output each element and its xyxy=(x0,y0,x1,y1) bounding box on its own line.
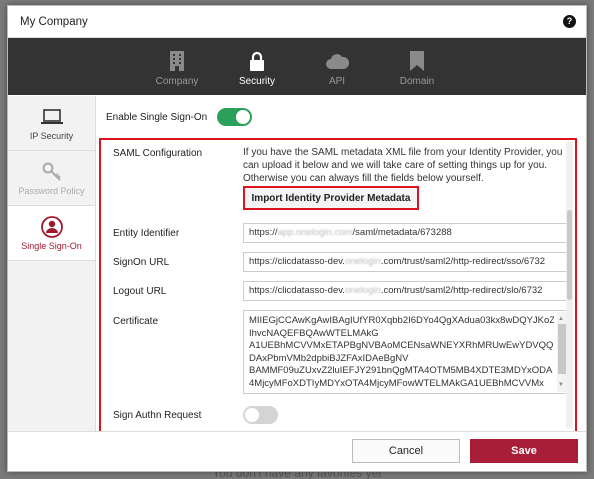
saml-configuration-section: SAML Configuration If you have the SAML … xyxy=(99,138,577,433)
sso-settings-panel: Enable Single Sign-On SAML Configuration… xyxy=(96,96,586,433)
sign-authn-toggle[interactable] xyxy=(243,406,278,424)
tab-company[interactable]: Company xyxy=(137,38,217,95)
saml-description: If you have the SAML metadata XML file f… xyxy=(243,147,563,184)
tab-security[interactable]: Security xyxy=(217,38,297,95)
certificate-line: IhvcNAQEFBQAwWTELMAkG xyxy=(249,327,379,339)
building-icon xyxy=(169,50,185,72)
field-value-suffix: .com/trust/saml2/http-redirect/sso/6732 xyxy=(380,256,546,267)
sidebar-item-label: Password Policy xyxy=(18,186,85,196)
modal-footer: Cancel Save xyxy=(8,431,586,471)
signon-url-label: SignOn URL xyxy=(113,257,170,268)
sign-authn-label: Sign Authn Request xyxy=(113,410,202,421)
certificate-textarea[interactable]: MIIEGjCCAwKgAwIBAgIUfYR0Xqbb2I6DYo4QgXAd… xyxy=(243,310,569,394)
key-icon xyxy=(42,160,62,184)
certificate-line: DAxPbmVMb2dpbiBJZFAxIDAeBgNV xyxy=(249,352,409,364)
certificate-label: Certificate xyxy=(113,316,159,327)
bookmark-icon xyxy=(410,50,424,72)
user-circle-icon xyxy=(40,215,63,239)
field-value-redacted: app.onelogin.com xyxy=(277,227,353,238)
tab-label: Company xyxy=(155,76,199,87)
laptop-icon xyxy=(40,105,63,129)
saml-configuration-label: SAML Configuration xyxy=(113,148,203,159)
content-area: IP Security Password Policy Single Sign-… xyxy=(8,96,586,433)
field-value-redacted: onelogin xyxy=(344,285,381,296)
field-value-redacted: onelogin xyxy=(344,256,381,267)
field-value-suffix: .com/trust/saml2/http-redirect/slo/6732 xyxy=(380,285,543,296)
lock-icon xyxy=(249,50,265,72)
tab-label: API xyxy=(328,76,346,87)
sidebar-item-label: IP Security xyxy=(29,131,74,141)
scroll-thumb[interactable] xyxy=(567,210,572,300)
help-icon[interactable]: ? xyxy=(563,15,576,28)
logout-url-label: Logout URL xyxy=(113,286,167,297)
field-value-prefix: https://clicdatasso-dev. xyxy=(249,285,345,296)
cancel-button[interactable]: Cancel xyxy=(352,439,460,463)
sidebar-item-label: Single Sign-On xyxy=(21,241,82,251)
certificate-line: 4MjcyMFoXDTIyMDYxOTA4MjcyMFowWTELMAkGA1U… xyxy=(249,377,544,389)
toggle-knob xyxy=(236,110,251,124)
scroll-down-icon[interactable]: ▼ xyxy=(558,379,564,392)
toggle-knob xyxy=(245,408,259,422)
certificate-line: MIIEGjCCAwKgAwIBAgIUfYR0Xqbb2I6DYo4QgXAd… xyxy=(249,315,554,326)
panel-scrollbar[interactable] xyxy=(566,142,573,428)
enable-sso-row: Enable Single Sign-On xyxy=(106,108,253,126)
scroll-thumb[interactable] xyxy=(558,324,566,374)
certificate-line: A1UEBhMCVVMxETAPBgNVBAoMCENsaWNEYXRhMRUw… xyxy=(249,340,554,351)
entity-identifier-label: Entity Identifier xyxy=(113,228,180,239)
sidebar-item-ip-security[interactable]: IP Security xyxy=(8,96,95,151)
modal-header: My Company ? xyxy=(8,6,586,38)
tab-api[interactable]: API xyxy=(297,38,377,95)
field-value-prefix: https://clicdatasso-dev. xyxy=(249,256,345,267)
save-button[interactable]: Save xyxy=(470,439,578,463)
sidebar: IP Security Password Policy Single Sign-… xyxy=(8,96,96,431)
field-value-prefix: https:// xyxy=(249,227,278,238)
tab-label: Domain xyxy=(399,76,435,87)
field-value-suffix: /saml/metadata/673288 xyxy=(352,227,452,238)
cloud-icon xyxy=(325,50,349,72)
settings-modal: My Company ? Company Security API Domain… xyxy=(7,5,587,472)
enable-sso-toggle[interactable] xyxy=(217,108,253,126)
tab-domain[interactable]: Domain xyxy=(377,38,457,95)
logout-url-field[interactable]: https://clicdatasso-dev.onelogin.com/tru… xyxy=(243,281,569,301)
modal-title: My Company xyxy=(20,15,88,28)
enable-sso-label: Enable Single Sign-On xyxy=(106,111,208,123)
sidebar-item-password-policy[interactable]: Password Policy xyxy=(8,151,95,206)
top-navigation: Company Security API Domain xyxy=(8,38,586,95)
entity-identifier-field[interactable]: https://app.onelogin.com/saml/metadata/6… xyxy=(243,223,569,243)
tab-label: Security xyxy=(238,76,276,87)
import-metadata-button[interactable]: Import Identity Provider Metadata xyxy=(243,186,419,210)
sidebar-item-single-sign-on[interactable]: Single Sign-On xyxy=(8,206,95,261)
signon-url-field[interactable]: https://clicdatasso-dev.onelogin.com/tru… xyxy=(243,252,569,272)
certificate-line: BAMMF09uZUxvZ2luIEFJY291bnQgMTA4OTM5MB4X… xyxy=(249,365,553,376)
